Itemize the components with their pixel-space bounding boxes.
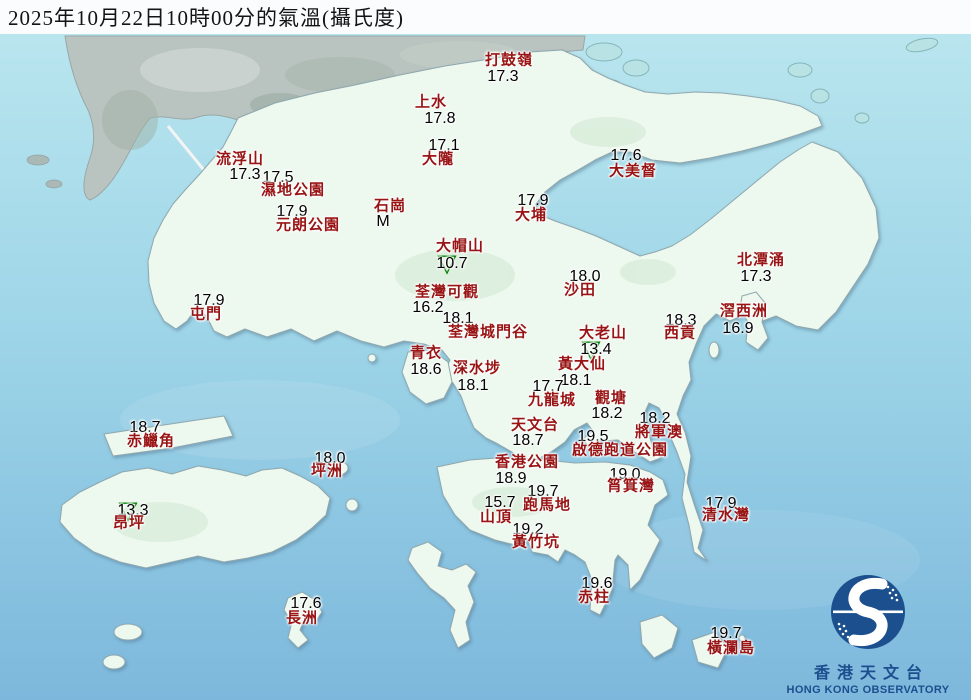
station-label: 天文台: [511, 419, 559, 434]
station-value: 18.1: [560, 373, 591, 389]
station-label: 坪洲: [311, 465, 343, 480]
station-label: 昂坪: [113, 517, 145, 532]
station-label: 大老山: [579, 327, 627, 342]
station-label: 將軍澳: [635, 426, 683, 441]
station-value: 18.1: [457, 378, 488, 394]
station-value: 17.3: [229, 167, 260, 183]
station-label: 觀塘: [595, 392, 627, 407]
station-value: 16.9: [722, 321, 753, 337]
station-label: 北潭涌: [737, 254, 785, 269]
hko-logo-english: HONG KONG OBSERVATORY: [773, 684, 963, 696]
station-label: 大美督: [609, 165, 657, 180]
station-value: 17.3: [740, 269, 771, 285]
station-label: 赤鱲角: [127, 435, 175, 450]
hko-logo: 香港天文台 HONG KONG OBSERVATORY: [773, 573, 963, 696]
station-label: 長洲: [286, 612, 318, 627]
station-label: 濕地公園: [261, 184, 325, 199]
station-value: 17.3: [487, 69, 518, 85]
station-label: 打鼓嶺: [485, 54, 533, 69]
station-value: 18.2: [591, 406, 622, 422]
station-value: 18.7: [512, 433, 543, 449]
station-label: 青衣: [410, 347, 442, 362]
station-label: 啟德跑道公園: [572, 444, 668, 459]
station-label: 元朗公園: [276, 219, 340, 234]
station-label: 滘西洲: [720, 305, 768, 320]
station-label: 大埔: [515, 209, 547, 224]
station-label: 荃灣城門谷: [448, 326, 528, 341]
station-value: 17.8: [424, 111, 455, 127]
station-value: 16.2: [412, 300, 443, 316]
station-label: 沙田: [564, 284, 596, 299]
station-label: 大隴: [422, 153, 454, 168]
station-label: 黃大仙: [558, 358, 606, 373]
station-label: 赤柱: [578, 591, 610, 606]
station-label: 筲箕灣: [607, 480, 655, 495]
station-label: 上水: [415, 96, 447, 111]
hko-logo-icon: [826, 573, 910, 651]
station-label: 大帽山: [436, 240, 484, 255]
station-label: 荃灣可觀: [415, 286, 479, 301]
station-label: 石崗: [374, 200, 406, 215]
station-label: 西貢: [664, 327, 696, 342]
station-label: 流浮山: [216, 153, 264, 168]
page-title: 2025年10月22日10時00分的氣溫(攝氏度): [0, 2, 404, 32]
station-value: 17.6: [610, 148, 641, 164]
station-label: 山頂: [480, 511, 512, 526]
hko-logo-chinese: 香港天文台: [773, 659, 963, 683]
station-label: 黃竹坑: [512, 536, 560, 551]
station-label: 跑馬地: [523, 499, 571, 514]
title-bar: 2025年10月22日10時00分的氣溫(攝氏度): [0, 0, 971, 34]
station-value: M: [376, 214, 389, 230]
station-value: 18.6: [410, 362, 441, 378]
station-label: 清水灣: [702, 509, 750, 524]
station-value: 18.9: [495, 471, 526, 487]
station-label: 九龍城: [528, 394, 576, 409]
station-label: 深水埗: [453, 362, 501, 377]
station-value: 10.7: [436, 256, 467, 272]
station-label: 橫瀾島: [707, 642, 755, 657]
station-label: 香港公園: [495, 456, 559, 471]
station-label: 屯門: [190, 308, 222, 323]
